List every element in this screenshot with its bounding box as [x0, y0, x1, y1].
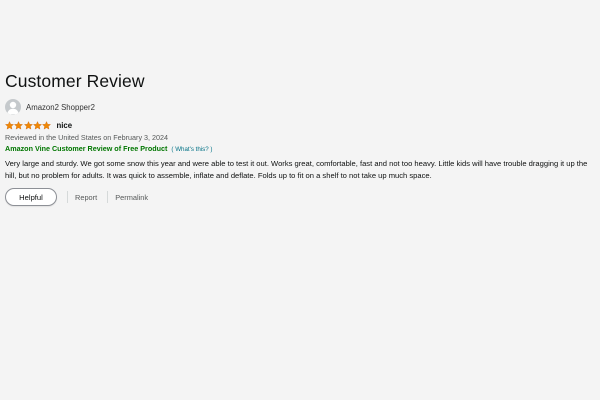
divider — [107, 191, 109, 203]
star-icon — [14, 121, 24, 130]
user-avatar-icon[interactable] — [5, 99, 21, 115]
author-row: Amazon2 Shopper2 — [5, 96, 595, 118]
review-actions: Helpful Report Permalink — [5, 187, 595, 207]
rating-row: nice — [5, 119, 595, 132]
page-title: Customer Review — [5, 71, 145, 91]
vine-badge-row: Amazon Vine Customer Review of Free Prod… — [5, 143, 595, 155]
divider — [67, 191, 68, 203]
review-headline[interactable]: nice — [56, 121, 72, 130]
vine-label: Amazon Vine Customer Review of Free Prod… — [5, 144, 168, 153]
star-icon — [42, 121, 52, 130]
star-icon — [5, 121, 14, 130]
whats-this-link[interactable]: ( What's this? ) — [171, 146, 212, 153]
author-name[interactable]: Amazon2 Shopper2 — [26, 103, 95, 112]
star-icon — [32, 121, 42, 130]
star-rating[interactable] — [5, 121, 52, 130]
page: Customer Review Amazon2 Shopper2 nice Re… — [0, 0, 600, 400]
report-link[interactable]: Report — [75, 193, 97, 202]
permalink-link[interactable]: Permalink — [115, 193, 148, 202]
helpful-button[interactable]: Helpful — [5, 188, 57, 206]
star-icon — [23, 121, 33, 130]
review-body: Very large and sturdy. We got some snow … — [5, 159, 588, 180]
review-date: Reviewed in the United States on Februar… — [5, 133, 169, 142]
customer-review: Customer Review Amazon2 Shopper2 nice Re… — [5, 70, 595, 207]
